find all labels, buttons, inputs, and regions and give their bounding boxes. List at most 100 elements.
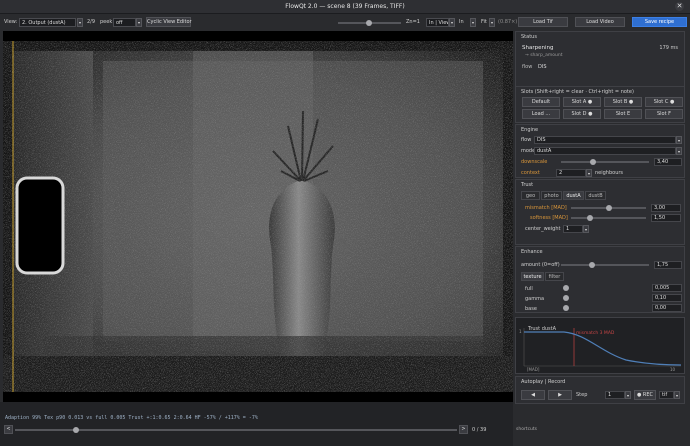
engine-mode-select[interactable]: dustA xyxy=(534,147,676,155)
stage-sub: → sharp_amount xyxy=(525,53,563,58)
peek-select-arrow[interactable]: ▾ xyxy=(136,18,142,27)
trust-tab-geo[interactable]: geo xyxy=(521,191,540,200)
softness-value[interactable]: 1,50 xyxy=(651,214,681,222)
softness-slider-knob[interactable] xyxy=(586,215,593,221)
full-value[interactable]: 0,005 xyxy=(652,284,682,292)
in-view-arrow[interactable]: ▾ xyxy=(449,18,455,27)
enhance-tab-texture[interactable]: texture xyxy=(521,272,544,281)
step-arrow[interactable]: ▾ xyxy=(625,391,631,399)
engine-flow-label: flow xyxy=(521,137,532,143)
downscale-value[interactable]: 3,40 xyxy=(654,158,682,166)
base-label: base xyxy=(525,306,537,312)
trust-section: Trust geo photo dustA dustB mismatch [MA… xyxy=(515,179,685,245)
image-viewer[interactable] xyxy=(3,31,513,402)
stage-time: 179 ms xyxy=(659,45,678,51)
stage-name: Sharpening xyxy=(522,45,554,51)
status-bar: Adaption 99% Tex p90 0.013 vs full 0.005… xyxy=(0,402,513,446)
plot-y-top: 1 xyxy=(519,329,522,334)
engine-flow-arrow[interactable]: ▾ xyxy=(676,136,682,144)
slot-a-button[interactable]: Slot A ● xyxy=(563,97,601,107)
prev-frame-button[interactable]: ◀ xyxy=(521,390,545,400)
trust-curve-line xyxy=(524,331,682,366)
close-window-button[interactable]: ✕ xyxy=(675,2,684,11)
plot-title: Trust dustA xyxy=(528,326,557,332)
plot-marker-label: mismatch 3 MAD xyxy=(576,331,615,336)
trust-tab-photo[interactable]: photo xyxy=(541,191,562,200)
base-slider-knob[interactable] xyxy=(563,305,569,311)
gamma-label: gamma xyxy=(525,296,545,302)
timeline-slider[interactable] xyxy=(15,429,457,431)
mismatch-value[interactable]: 3,00 xyxy=(651,204,681,212)
mismatch-slider-knob[interactable] xyxy=(605,205,612,211)
timeline-slider-knob[interactable] xyxy=(73,427,79,433)
plot-x-left: [MAD] xyxy=(527,367,540,372)
engine-flow-select[interactable]: DIS xyxy=(534,136,676,144)
view-label: View: xyxy=(4,19,18,25)
slots-section: Slots (Shift+right = clear · Ctrl+right … xyxy=(515,86,685,123)
downscale-label: downscale xyxy=(521,159,548,165)
context-spinbox-arrow[interactable]: ▾ xyxy=(586,169,592,177)
center-weight-spinbox[interactable]: 1 xyxy=(563,225,583,233)
view-select-arrow[interactable]: ▾ xyxy=(77,18,83,27)
slots-title: Slots (Shift+right = clear · Ctrl+right … xyxy=(521,89,634,95)
trust-tab-dusta[interactable]: dustA xyxy=(563,191,584,200)
amount-value[interactable]: 1,75 xyxy=(654,261,682,269)
close-icon: ✕ xyxy=(676,2,683,10)
slot-e-button[interactable]: Slot E xyxy=(604,109,642,119)
trust-curve-plot: Trust dustA 1 mismatch 3 MAD [MAD] 10 xyxy=(515,317,685,374)
context-spinbox[interactable]: 2 xyxy=(556,169,586,177)
toolbar: View: 2. Output (dustA) ▾ 2/9 peek off ▾… xyxy=(0,14,690,31)
load-video-button[interactable]: Load Video xyxy=(575,17,625,27)
slot-d-button[interactable]: Slot D ● xyxy=(563,109,601,119)
slot-f-button[interactable]: Slot F xyxy=(645,109,683,119)
in-view-select[interactable]: In | View xyxy=(426,18,449,27)
fit-arrow[interactable]: ▾ xyxy=(489,18,495,27)
slot-b-button[interactable]: Slot B ● xyxy=(604,97,642,107)
engine-section: Engine flow DIS ▾ mode dustA ▾ downscale… xyxy=(515,124,685,178)
context-label: context xyxy=(521,170,540,176)
load-tif-button[interactable]: Load Tif xyxy=(518,17,568,27)
softness-slider[interactable] xyxy=(571,217,646,219)
format-select[interactable]: tif xyxy=(659,391,674,399)
cyclic-view-editor-button[interactable]: Cyclic View Editor xyxy=(146,17,192,27)
full-label: full xyxy=(525,286,533,292)
enhance-tab-filter[interactable]: filter xyxy=(545,272,564,281)
center-weight-arrow[interactable]: ▾ xyxy=(583,225,589,233)
slot-c-button[interactable]: Slot C ● xyxy=(645,97,683,107)
settings-panel: Status Sharpening 179 ms → sharp_amount … xyxy=(515,31,690,435)
in-label: In xyxy=(459,19,464,25)
fit-label: Fit xyxy=(481,19,487,25)
status-line: Adaption 99% Tex p90 0.013 vs full 0.005… xyxy=(5,415,258,421)
next-frame-button[interactable]: ▶ xyxy=(548,390,572,400)
full-slider-knob[interactable] xyxy=(563,285,569,291)
slot-default-button[interactable]: Default xyxy=(522,97,560,107)
shortcuts-link[interactable]: shortcuts xyxy=(516,427,537,432)
downscale-slider[interactable] xyxy=(561,161,649,163)
step-spinbox[interactable]: 1 xyxy=(605,391,625,399)
record-button[interactable]: ● REC xyxy=(634,390,656,400)
peek-label: peek xyxy=(100,19,113,25)
film-frame-image xyxy=(3,31,513,402)
save-recipe-button[interactable]: Save recipe xyxy=(632,17,687,27)
autoplay-title: Autoplay | Record xyxy=(521,379,566,385)
engine-mode-arrow[interactable]: ▾ xyxy=(676,147,682,155)
amount-slider[interactable] xyxy=(561,264,649,266)
window-title: FlowQt 2.0 — scene 8 (39 Frames, TIFF) xyxy=(285,3,405,10)
gamma-slider-knob[interactable] xyxy=(563,295,569,301)
trust-tab-dustb[interactable]: dustB xyxy=(585,191,606,200)
base-value[interactable]: 0,00 xyxy=(652,304,682,312)
amount-slider-knob[interactable] xyxy=(588,262,595,268)
timeline-prev-button[interactable]: < xyxy=(4,425,13,434)
gamma-value[interactable]: 0,10 xyxy=(652,294,682,302)
format-arrow[interactable]: ▾ xyxy=(674,391,680,399)
title-bar: FlowQt 2.0 — scene 8 (39 Frames, TIFF) ✕ xyxy=(0,0,690,14)
downscale-slider-knob[interactable] xyxy=(590,159,596,165)
slot-load-button[interactable]: Load ... xyxy=(522,109,560,119)
in-arrow[interactable]: ▾ xyxy=(470,18,476,27)
status-flow-value: DIS xyxy=(538,64,547,70)
peek-select[interactable]: off xyxy=(113,18,136,27)
status-section: Status Sharpening 179 ms → sharp_amount … xyxy=(515,31,685,91)
zoom-slider-knob[interactable] xyxy=(366,20,372,26)
timeline-next-button[interactable]: > xyxy=(459,425,468,434)
view-select[interactable]: 2. Output (dustA) xyxy=(19,18,76,27)
